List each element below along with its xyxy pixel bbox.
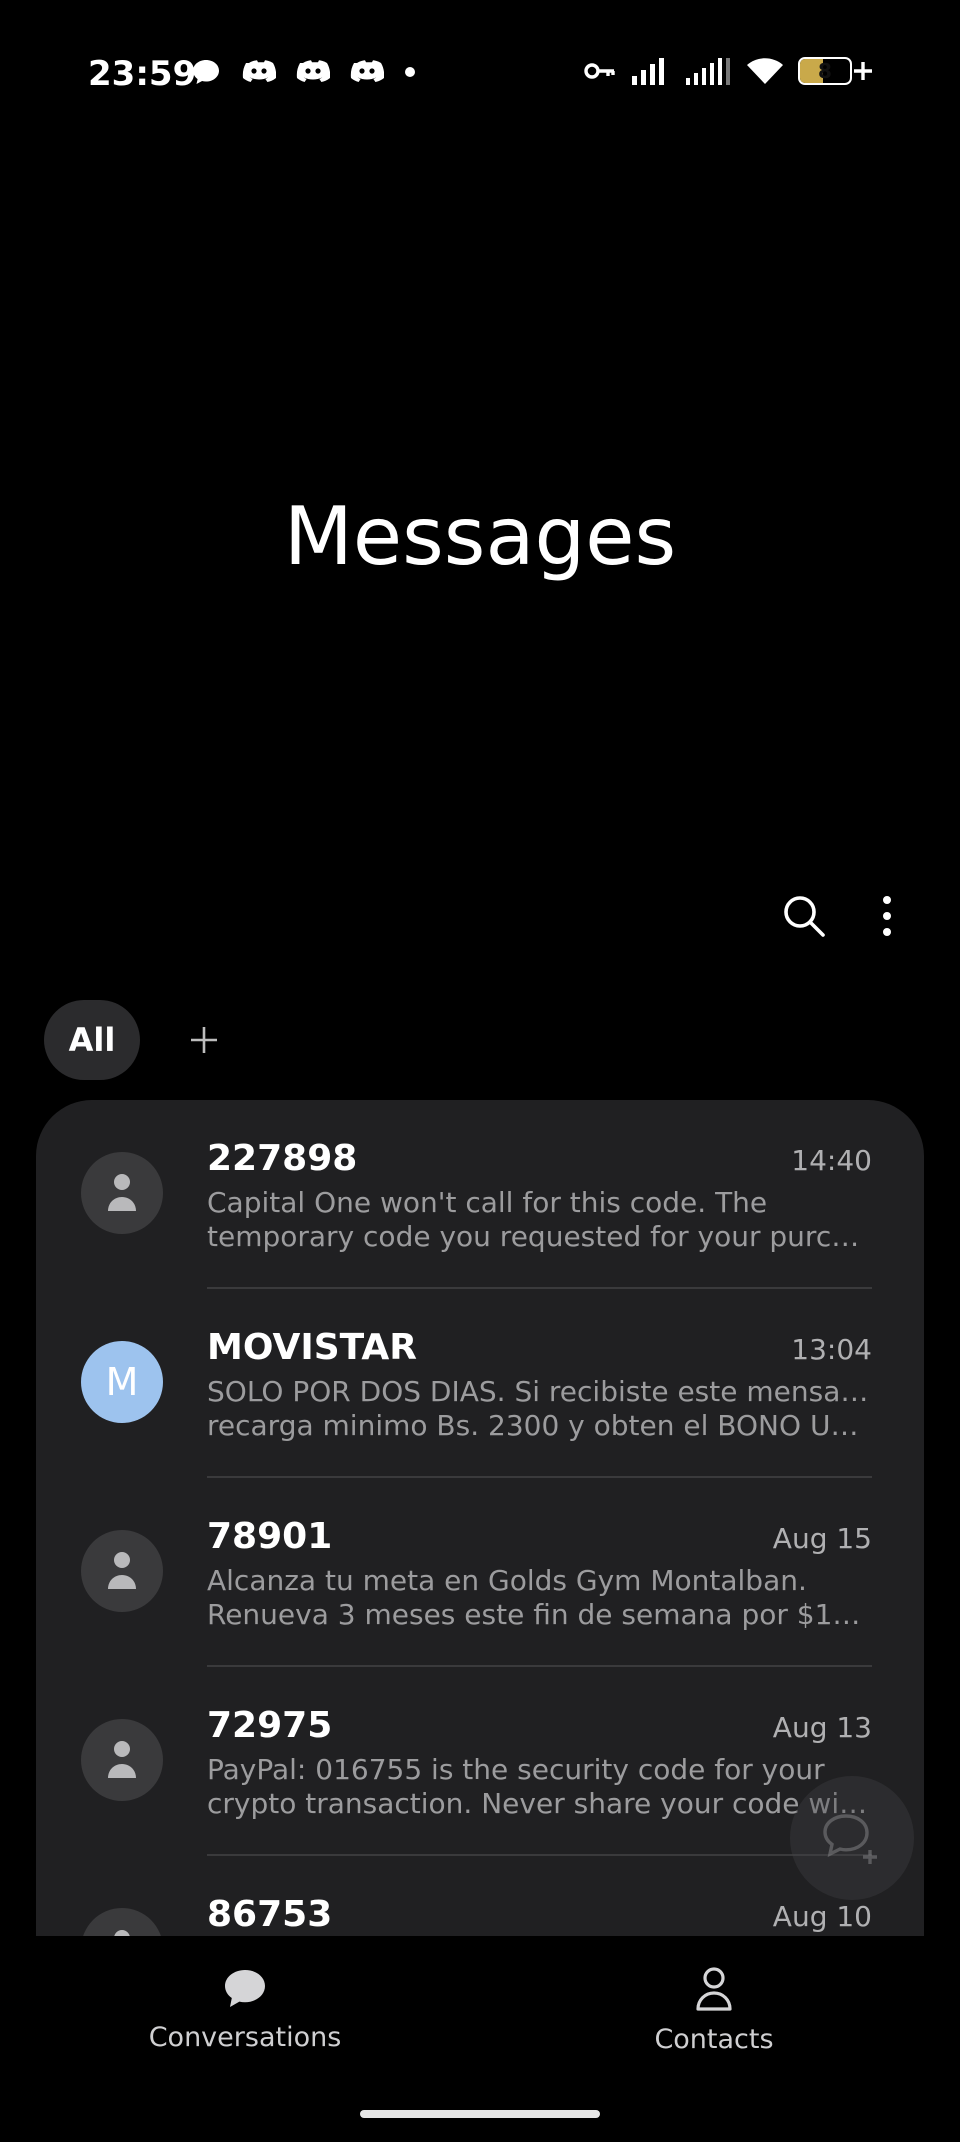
preview-line: crypto transaction. Never share your cod… [207, 1787, 871, 1820]
avatar [81, 1719, 163, 1801]
add-filter-button[interactable] [180, 1016, 228, 1064]
person-outline-icon [696, 1967, 732, 2011]
avatar [81, 1908, 163, 1936]
vpn-key-icon [584, 63, 615, 79]
conversation-sender: 78901 [207, 1516, 333, 1557]
status-bar: 23:59 8 [0, 0, 960, 150]
avatar [81, 1152, 163, 1234]
conversation-time: Aug 10 [772, 1900, 872, 1933]
conversation-time: Aug 15 [772, 1522, 872, 1555]
conversation-sender: 72975 [207, 1705, 333, 1746]
chat-bubble-icon [193, 60, 219, 84]
status-time: 23:59 [88, 54, 197, 94]
conversation-item[interactable]: 227898 14:40 Capital One won't call for … [36, 1100, 924, 1289]
person-icon [114, 1930, 130, 1936]
conversation-list: 227898 14:40 Capital One won't call for … [36, 1100, 924, 1936]
page-title: Messages [283, 490, 677, 583]
nav-conversations-label: Conversations [148, 2022, 342, 2053]
nav-conversations[interactable]: Conversations [115, 1966, 375, 2053]
discord-icon [350, 60, 384, 82]
preview-line: PayPal: 016755 is the security code for … [207, 1753, 825, 1786]
home-gesture-bar[interactable] [360, 2110, 600, 2118]
conversation-item[interactable]: M MOVISTAR 13:04 SOLO POR DOS DIAS. Si r… [36, 1289, 924, 1478]
charging-plus-icon [854, 62, 872, 80]
start-chat-button[interactable] [790, 1776, 914, 1900]
discord-icon [242, 60, 276, 82]
avatar [81, 1530, 163, 1612]
nav-contacts-label: Contacts [654, 2024, 774, 2055]
search-icon [784, 896, 825, 937]
preview-line: Renueva 3 meses este fin de semana por $… [207, 1598, 871, 1631]
chat-bubble-icon [225, 1970, 265, 2007]
preview-line: SOLO POR DOS DIAS. Si recibiste este men… [207, 1375, 871, 1408]
conversation-preview: SOLO POR DOS DIAS. Si recibiste este men… [207, 1375, 871, 1443]
search-button[interactable] [776, 888, 832, 944]
signal-icon [632, 58, 664, 85]
signal-icon [686, 58, 730, 85]
avatar: M [81, 1341, 163, 1423]
preview-line: temporary code you requested for your pu… [207, 1220, 871, 1253]
conversation-time: 13:04 [791, 1333, 872, 1366]
battery-icon: 8 [798, 57, 874, 85]
conversation-time: Aug 13 [772, 1711, 872, 1744]
plus-icon [191, 1027, 217, 1053]
conversation-preview: PayPal: 016755 is the security code for … [207, 1753, 871, 1821]
new-chat-icon [823, 1814, 877, 1864]
person-icon [108, 1741, 136, 1778]
system-icons: 8 [584, 56, 874, 86]
wifi-icon [747, 58, 783, 84]
more-vertical-icon [883, 896, 891, 936]
person-icon [108, 1174, 136, 1211]
preview-line: Capital One won't call for this code. Th… [207, 1186, 768, 1219]
more-options-button[interactable] [859, 888, 915, 944]
conversation-preview: Alcanza tu meta en Golds Gym Montalban. … [207, 1564, 871, 1632]
conversation-preview: Capital One won't call for this code. Th… [207, 1186, 871, 1254]
conversation-item[interactable]: 78901 Aug 15 Alcanza tu meta en Golds Gy… [36, 1478, 924, 1667]
notification-icons [190, 56, 416, 88]
conversation-sender: 86753 [207, 1894, 333, 1935]
conversation-sender: 227898 [207, 1138, 358, 1179]
conversation-item[interactable]: 86753 Aug 10 [36, 1856, 924, 1936]
conversation-sender: MOVISTAR [207, 1327, 417, 1368]
battery-level: 8 [818, 59, 832, 83]
nav-contacts[interactable]: Contacts [584, 1966, 844, 2055]
dot-icon [405, 67, 415, 77]
filter-row: All [44, 1000, 228, 1080]
preview-line: Alcanza tu meta en Golds Gym Montalban. [207, 1564, 807, 1597]
preview-line: recarga minimo Bs. 2300 y obten el BONO … [207, 1409, 871, 1442]
filter-chip-all[interactable]: All [44, 1000, 140, 1080]
conversation-time: 14:40 [791, 1144, 872, 1177]
person-icon [108, 1552, 136, 1589]
discord-icon [296, 60, 330, 82]
